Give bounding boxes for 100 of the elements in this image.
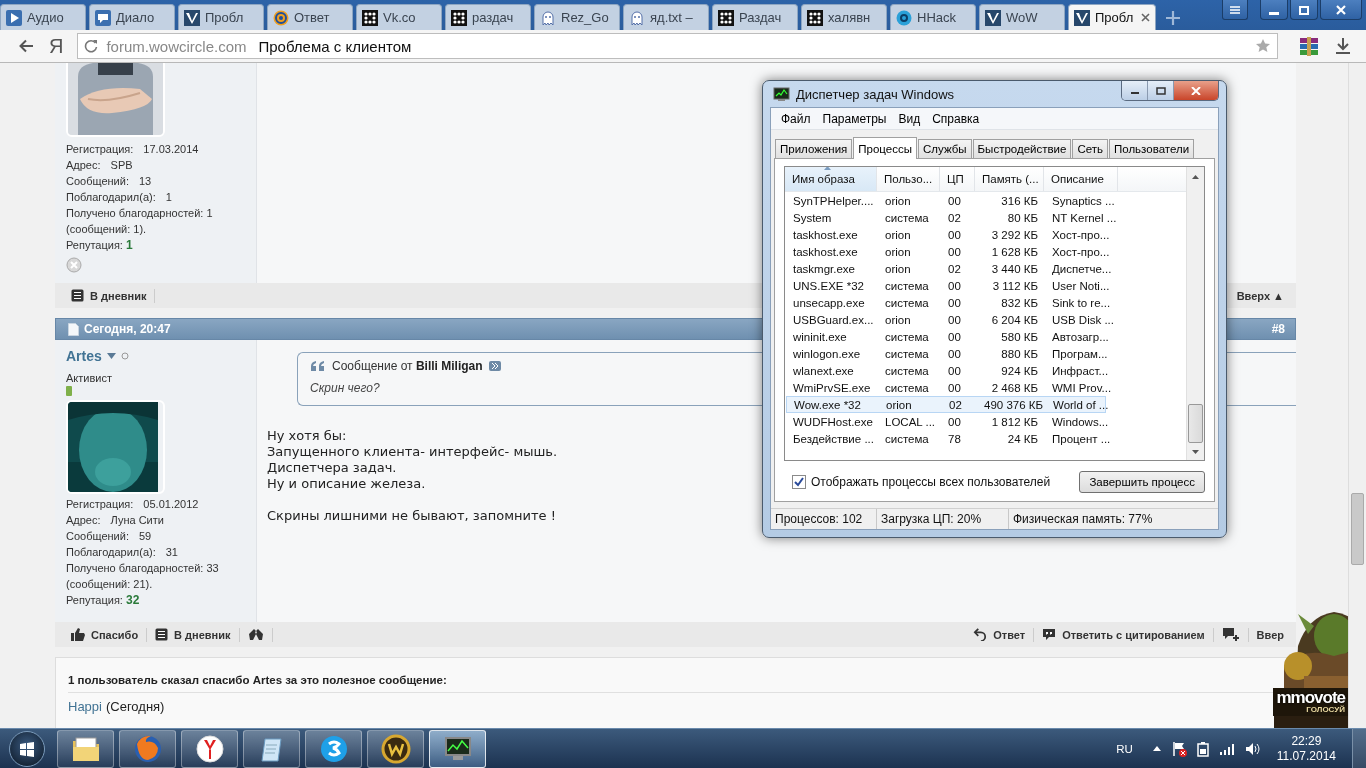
maximize-button[interactable] [1290, 0, 1318, 20]
browser-tab[interactable]: WoW [979, 4, 1065, 30]
flag-icon[interactable] [1170, 740, 1187, 757]
browser-tab[interactable]: яд.txt – [623, 4, 709, 30]
browser-tab[interactable]: Раздач [712, 4, 798, 30]
browser-tab[interactable]: Ответ [267, 4, 353, 30]
tab[interactable]: Быстродействие [972, 139, 1072, 158]
process-row[interactable]: unsecapp.exe система 00 832 КБ Sink to re... [786, 294, 1185, 311]
process-row[interactable]: SynTPHelper.... orion 00 316 КБ Synaptics ... [786, 192, 1185, 209]
show-hidden-icon[interactable] [1152, 746, 1161, 751]
taskbar-app[interactable] [367, 729, 424, 768]
menu-item[interactable]: Файл [775, 111, 817, 126]
tab[interactable]: Сеть [1072, 139, 1108, 158]
close-icon [1335, 4, 1347, 15]
maximize-icon [1298, 4, 1310, 15]
thanks-button[interactable]: Спасибо [63, 628, 147, 641]
taskbar-app[interactable] [429, 729, 486, 768]
menu-item[interactable]: Справка [926, 111, 986, 126]
browser-tab[interactable]: Vk.co [356, 4, 442, 30]
dropdown-caret-icon[interactable] [106, 353, 116, 359]
scrollbar-thumb[interactable] [1188, 404, 1203, 443]
browser-tab[interactable]: Пробл [178, 4, 264, 30]
menu-item[interactable]: Параметры [816, 111, 893, 126]
browser-tab[interactable]: Диало [89, 4, 175, 30]
logo-icon [985, 9, 1001, 26]
battery-icon[interactable] [1196, 740, 1209, 757]
maximize-button[interactable] [1148, 81, 1174, 100]
process-row[interactable]: taskmgr.exe orion 02 3 440 КБ Диспетче... [786, 260, 1185, 277]
scrollbar[interactable] [1348, 63, 1366, 728]
browser-tab[interactable]: Аудио [0, 4, 86, 30]
process-row[interactable]: wininit.exe система 00 580 КБ Автозагр... [786, 328, 1185, 345]
user-link[interactable]: Happi [68, 699, 102, 714]
process-row[interactable]: USBGuard.ex... orion 00 6 204 КБ USB Disk ... [786, 311, 1185, 328]
taskbar-app[interactable] [243, 729, 300, 768]
download-icon[interactable] [1334, 37, 1352, 55]
diary-button[interactable]: В дневник [63, 289, 155, 302]
tab[interactable]: Службы [918, 139, 972, 158]
browser-tab[interactable]: Пробл [1068, 4, 1156, 30]
minimize-button[interactable] [1260, 0, 1288, 20]
process-row[interactable]: WUDFHost.exe LOCAL ... 00 1 812 КБ Windows... [786, 413, 1185, 430]
process-row[interactable]: Бездействие ... система 78 24 КБ Процент ... [786, 430, 1185, 447]
user-stat: Регистрация: 17.03.2014 [66, 142, 200, 157]
close-button[interactable] [1320, 0, 1362, 20]
volume-icon[interactable] [1244, 741, 1261, 756]
checkbox[interactable] [792, 475, 806, 489]
post-date: Сегодня, 20:47 [84, 322, 171, 336]
back-to-top-link[interactable]: Ввер [1248, 628, 1284, 641]
start-button[interactable] [9, 730, 45, 767]
back-button[interactable] [18, 39, 34, 53]
browser-tab[interactable]: халявн [801, 4, 887, 30]
language-indicator[interactable]: RU [1116, 742, 1133, 755]
signal-icon[interactable] [1218, 741, 1235, 756]
close-button[interactable] [1174, 81, 1218, 100]
menu-button[interactable] [1222, 0, 1248, 20]
process-row[interactable]: taskhost.exe orion 00 3 292 КБ Хост-про... [786, 226, 1185, 243]
column-header[interactable]: Описание [1044, 167, 1118, 191]
column-header[interactable]: Память (... [975, 167, 1044, 191]
home-button[interactable]: Я [49, 34, 64, 58]
back-to-top-link[interactable]: Вверх ▲ [1228, 289, 1284, 302]
close-icon[interactable] [1141, 13, 1150, 22]
process-row[interactable]: WmiPrvSE.exe система 00 2 468 КБ WMI Prov... [786, 379, 1185, 396]
logo-icon [1074, 9, 1090, 26]
books-icon[interactable] [1298, 35, 1320, 57]
browser-tab[interactable]: HHack [890, 4, 976, 30]
reload-icon[interactable] [84, 39, 99, 53]
status-text: Процессов: 102 [771, 509, 877, 529]
taskbar-app[interactable] [305, 729, 362, 768]
diary-button[interactable]: В дневник [147, 628, 239, 641]
reply-button[interactable]: Ответ [965, 628, 1034, 641]
address-field[interactable]: forum.wowcircle.com Проблема с клиентом [77, 33, 1278, 59]
column-header[interactable]: Имя образа [785, 167, 877, 191]
menu-item[interactable]: Вид [892, 111, 927, 126]
tab[interactable]: Пользователи [1109, 139, 1195, 158]
column-header[interactable]: ЦП [940, 167, 975, 191]
column-header[interactable]: Пользо... [877, 167, 940, 191]
minimize-button[interactable] [1122, 81, 1148, 100]
browser-tab[interactable]: раздач [445, 4, 531, 30]
view-post-icon[interactable] [488, 361, 501, 371]
plus-icon[interactable] [1165, 10, 1181, 26]
scrollbar[interactable] [1186, 167, 1204, 460]
process-row[interactable]: wlanext.exe система 00 924 КБ Инфраст... [786, 362, 1185, 379]
end-process-button[interactable]: Завершить процесс [1079, 471, 1205, 493]
tab[interactable]: Приложения [775, 139, 853, 158]
username-link[interactable]: Artes [66, 348, 102, 364]
quote-button[interactable]: Ответить с цитированием [1034, 628, 1213, 641]
process-row[interactable]: System система 02 80 КБ NT Kernel ... [786, 209, 1185, 226]
taskbar-app[interactable] [57, 729, 114, 768]
process-row[interactable]: UNS.EXE *32 система 00 3 112 КБ User Noti... [786, 277, 1185, 294]
scrollbar-thumb[interactable] [1351, 493, 1364, 565]
process-row[interactable]: winlogon.exe система 00 880 КБ Програм... [786, 345, 1185, 362]
clock[interactable]: 22:29 11.07.2014 [1270, 733, 1342, 764]
show-desktop-button[interactable] [1352, 728, 1366, 768]
taskbar-app[interactable] [181, 729, 238, 768]
browser-tab[interactable]: Rez_Go [534, 4, 620, 30]
message-text: Ну хотя бы: Запущенного клиента- интерфейс- мышь. Диспетчера задач. Ну и описание железа. [267, 428, 558, 492]
url-text: forum.wowcircle.com [106, 37, 247, 55]
process-row[interactable]: taskhost.exe orion 00 1 628 КБ Хост-про... [786, 243, 1185, 260]
star-icon[interactable] [1255, 38, 1271, 54]
process-row[interactable]: Wow.exe *32 orion 02 490 376 КБ World of ... [786, 396, 1106, 413]
tab[interactable]: Процессы [853, 137, 917, 159]
